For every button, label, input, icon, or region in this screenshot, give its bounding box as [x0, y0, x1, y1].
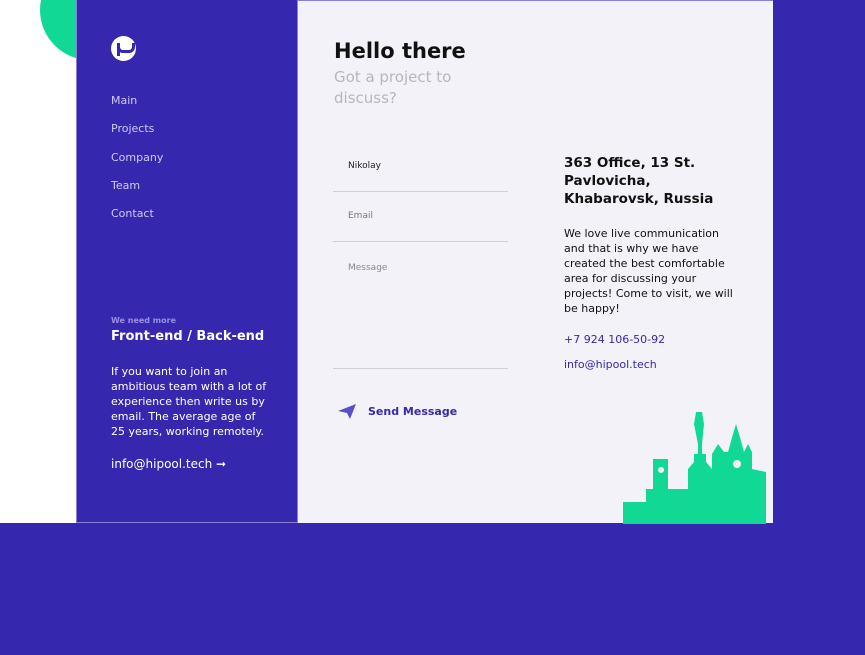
nav-company[interactable]: Company: [111, 151, 163, 179]
office-description: We love live communication and that is w…: [564, 227, 733, 315]
logo-icon[interactable]: [111, 36, 136, 61]
careers-kicker: We need more: [111, 316, 177, 325]
careers-block: We need more Front-end / Back-end If you…: [111, 316, 271, 471]
email-input[interactable]: Email: [333, 211, 508, 242]
contact-panel: Hello there Got a project to discuss? Ni…: [298, 0, 773, 524]
email-link[interactable]: info@hipool.tech: [564, 358, 657, 371]
nav-team[interactable]: Team: [111, 179, 163, 207]
nav-main[interactable]: Main: [111, 94, 163, 122]
careers-email-link[interactable]: info@hipool.tech ➞: [111, 457, 271, 471]
arrow-right-icon: ➞: [216, 457, 227, 471]
phone-link[interactable]: +7 924 106-50-92: [564, 333, 665, 346]
office-address: 363 Office, 13 St. Pavlovicha, Khabarovs…: [564, 155, 714, 207]
city-skyline-illustration: [623, 412, 766, 524]
nav-projects[interactable]: Projects: [111, 122, 163, 150]
send-message-label: Send Message: [368, 405, 458, 418]
main-nav: Main Projects Company Team Contact: [111, 94, 163, 235]
paper-plane-icon: [338, 404, 356, 419]
name-input[interactable]: Nikolay: [333, 161, 508, 192]
page-subtitle: Got a project to discuss?: [334, 68, 452, 107]
careers-role: Front-end / Back-end: [111, 329, 265, 344]
careers-email: info@hipool.tech: [111, 457, 213, 471]
send-message-button[interactable]: Send Message: [338, 404, 457, 419]
sidebar: Main Projects Company Team Contact We ne…: [76, 0, 298, 523]
page-title: Hello there: [334, 39, 466, 63]
nav-contact[interactable]: Contact: [111, 207, 163, 235]
message-textarea[interactable]: Message: [333, 263, 508, 369]
careers-description: If you want to join an ambitious team wi…: [111, 365, 267, 438]
